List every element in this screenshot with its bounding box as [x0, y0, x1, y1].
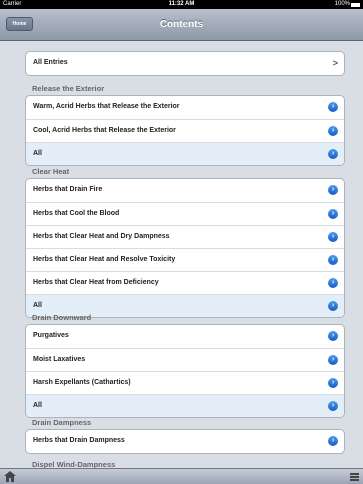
detail-disclosure-icon[interactable]: ›: [328, 436, 338, 446]
row-label: All: [33, 150, 42, 157]
navigation-bar: Home Contents: [0, 9, 363, 41]
detail-disclosure-icon[interactable]: ›: [328, 278, 338, 288]
list-item[interactable]: Herbs that Clear Heat and Dry Dampness ›: [26, 225, 344, 248]
detail-disclosure-icon[interactable]: ›: [328, 355, 338, 365]
row-label: Herbs that Clear Heat and Dry Dampness: [33, 233, 170, 240]
all-entries-group: All Entries >: [25, 51, 345, 76]
detail-disclosure-icon[interactable]: ›: [328, 232, 338, 242]
row-label: All: [33, 302, 42, 309]
row-label: Herbs that Cool the Blood: [33, 210, 120, 217]
list-item[interactable]: Moist Laxatives ›: [26, 348, 344, 371]
detail-disclosure-icon[interactable]: ›: [328, 401, 338, 411]
battery-percent: 100%: [334, 1, 350, 7]
row-label: Cool, Acrid Herbs that Release the Exter…: [33, 127, 176, 134]
bottom-toolbar: [0, 468, 363, 484]
row-label: All Entries: [33, 59, 68, 66]
row-label: Herbs that Clear Heat from Deficiency: [33, 279, 159, 286]
row-label: Moist Laxatives: [33, 356, 86, 363]
home-icon[interactable]: [4, 471, 16, 482]
clock: 11:32 AM: [168, 1, 195, 7]
section-group-clear-heat: Herbs that Drain Fire › Herbs that Cool …: [25, 178, 345, 318]
row-label: All: [33, 402, 42, 409]
list-item[interactable]: Herbs that Drain Fire ›: [26, 179, 344, 202]
battery-icon: [351, 2, 360, 7]
detail-disclosure-icon[interactable]: ›: [328, 209, 338, 219]
section-header: Drain Downward: [32, 313, 92, 322]
row-label: Herbs that Drain Fire: [33, 186, 103, 193]
row-label: Harsh Expellants (Cathartics): [33, 379, 131, 386]
list-item[interactable]: Warm, Acrid Herbs that Release the Exter…: [26, 96, 344, 119]
list-item[interactable]: Herbs that Drain Dampness ›: [26, 430, 344, 453]
list-item-all[interactable]: All ›: [26, 394, 344, 417]
section-header: Dispel Wind-Dampness: [32, 460, 116, 468]
row-label: Warm, Acrid Herbs that Release the Exter…: [33, 103, 180, 110]
section-header: Clear Heat: [32, 167, 70, 176]
list-item[interactable]: Herbs that Cool the Blood ›: [26, 202, 344, 225]
battery-indicator: 100%: [335, 0, 360, 9]
section-group-drain-dampness: Herbs that Drain Dampness ›: [25, 429, 345, 454]
page-title: Contents: [159, 19, 204, 30]
detail-disclosure-icon[interactable]: ›: [328, 255, 338, 265]
all-entries-row[interactable]: All Entries >: [26, 52, 344, 75]
status-bar: Carrier 11:32 AM 100%: [0, 0, 363, 9]
list-item-all[interactable]: All ›: [26, 142, 344, 165]
section-group-release-exterior: Warm, Acrid Herbs that Release the Exter…: [25, 95, 345, 166]
list-item[interactable]: Herbs that Clear Heat from Deficiency ›: [26, 271, 344, 294]
contents-list[interactable]: All Entries > Release the Exterior Warm,…: [0, 42, 363, 468]
list-item[interactable]: Cool, Acrid Herbs that Release the Exter…: [26, 119, 344, 142]
list-item[interactable]: Harsh Expellants (Cathartics) ›: [26, 371, 344, 394]
detail-disclosure-icon[interactable]: ›: [328, 331, 338, 341]
menu-icon[interactable]: [350, 473, 359, 481]
list-item[interactable]: Purgatives ›: [26, 325, 344, 348]
detail-disclosure-icon[interactable]: ›: [328, 185, 338, 195]
section-header: Drain Dampness: [32, 418, 92, 427]
chevron-right-icon: >: [332, 58, 338, 68]
section-group-drain-downward: Purgatives › Moist Laxatives › Harsh Exp…: [25, 324, 345, 418]
detail-disclosure-icon[interactable]: ›: [328, 149, 338, 159]
detail-disclosure-icon[interactable]: ›: [328, 378, 338, 388]
section-header: Release the Exterior: [32, 84, 105, 93]
row-label: Purgatives: [33, 332, 69, 339]
list-item[interactable]: Herbs that Clear Heat and Resolve Toxici…: [26, 248, 344, 271]
row-label: Herbs that Clear Heat and Resolve Toxici…: [33, 256, 176, 263]
detail-disclosure-icon[interactable]: ›: [328, 126, 338, 136]
detail-disclosure-icon[interactable]: ›: [328, 102, 338, 112]
row-label: Herbs that Drain Dampness: [33, 437, 125, 444]
detail-disclosure-icon[interactable]: ›: [328, 301, 338, 311]
